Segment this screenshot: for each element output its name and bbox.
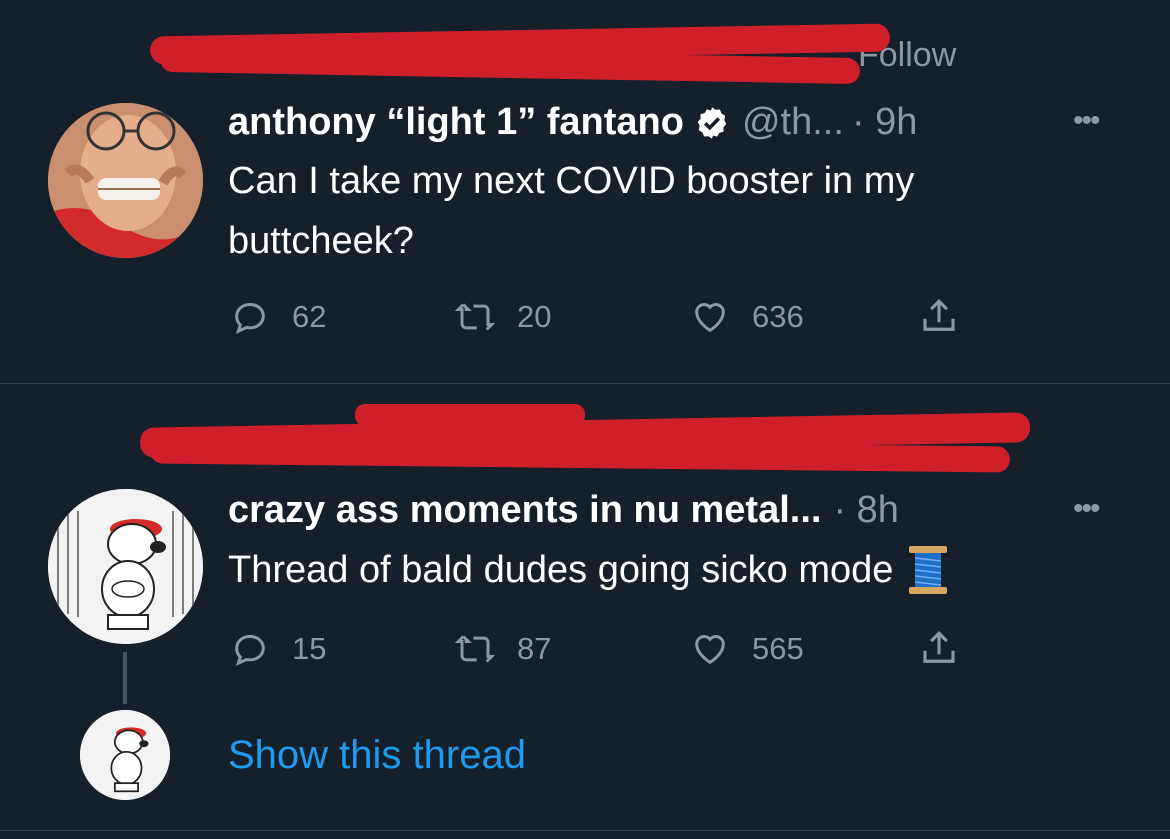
display-name[interactable]: crazy ass moments in nu metal... xyxy=(228,489,821,532)
tweet-text: Thread of bald dudes going sicko mode xyxy=(228,540,949,600)
retweet-count: 87 xyxy=(517,631,552,666)
more-options-icon[interactable]: ••• xyxy=(1073,492,1100,526)
avatar[interactable] xyxy=(80,710,170,800)
reply-button[interactable]: 15 xyxy=(230,629,326,669)
tweet-text: Can I take my next COVID booster in my b… xyxy=(228,151,914,271)
thread-spool-icon xyxy=(907,544,949,596)
thread-connector-line xyxy=(123,652,127,704)
retweet-icon xyxy=(455,635,495,663)
show-thread-link[interactable]: Show this thread xyxy=(228,733,526,778)
like-button[interactable]: 565 xyxy=(690,629,804,669)
retweet-count: 20 xyxy=(517,299,552,334)
timestamp[interactable]: · 8h xyxy=(833,489,898,532)
avatar-image xyxy=(48,489,203,644)
reply-icon xyxy=(235,634,265,666)
tweet-text-line: Thread of bald dudes going sicko mode xyxy=(228,549,894,591)
avatar-image xyxy=(48,103,203,258)
share-icon xyxy=(923,299,955,331)
display-name[interactable]: anthony “light 1” fantano xyxy=(228,101,684,144)
tweet-header: crazy ass moments in nu metal... · 8h xyxy=(228,489,899,532)
share-button[interactable] xyxy=(918,628,982,670)
share-icon xyxy=(923,631,955,663)
retweet-button[interactable]: 87 xyxy=(455,629,551,669)
avatar[interactable] xyxy=(48,103,203,258)
tweet-divider xyxy=(0,830,1170,831)
like-button[interactable]: 636 xyxy=(690,297,804,337)
retweet-icon xyxy=(455,303,495,331)
timestamp[interactable]: · 9h xyxy=(852,101,917,144)
heart-icon xyxy=(695,635,725,665)
reply-count: 15 xyxy=(292,631,327,666)
like-count: 565 xyxy=(752,631,804,666)
avatar-image xyxy=(80,710,170,800)
more-options-icon[interactable]: ••• xyxy=(1073,104,1100,138)
tweet-text-line: buttcheek? xyxy=(228,220,414,262)
reply-button[interactable]: 62 xyxy=(230,297,326,337)
tweet-header: anthony “light 1” fantano @th... · 9h xyxy=(228,101,917,144)
handle[interactable]: @th... xyxy=(742,101,844,144)
tweet-divider xyxy=(0,383,1170,384)
heart-icon xyxy=(695,303,725,333)
retweet-button[interactable]: 20 xyxy=(455,297,551,337)
reply-icon xyxy=(235,302,265,334)
verified-badge-icon xyxy=(694,105,730,141)
avatar[interactable] xyxy=(48,489,203,644)
share-button[interactable] xyxy=(918,296,982,338)
reply-count: 62 xyxy=(292,299,327,334)
like-count: 636 xyxy=(752,299,804,334)
tweet-text-line: Can I take my next COVID booster in my xyxy=(228,160,915,202)
